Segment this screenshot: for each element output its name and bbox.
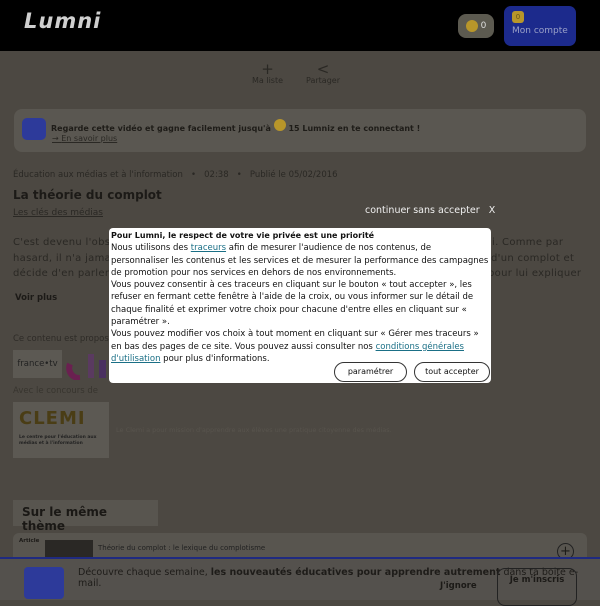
mailbox-icon (24, 567, 64, 599)
share-button[interactable]: < Partager (306, 60, 340, 86)
description-text: décide d'en parler (13, 268, 110, 279)
francetv-logo[interactable]: france•tv (13, 350, 62, 378)
series-link[interactable]: Les clés des médias (13, 208, 103, 218)
coin-icon (273, 119, 286, 131)
continue-without-accepting-button[interactable]: continuer sans accepter X (365, 205, 495, 216)
plus-icon: + (261, 60, 274, 78)
description-text: hasard, il n'a jamai (13, 253, 115, 264)
clemi-logo[interactable]: CLEMI Le centre pour l'éducation aux médi… (13, 402, 109, 458)
settings-button[interactable]: paramétrer (334, 362, 407, 382)
partner-logo[interactable] (66, 350, 106, 380)
accept-all-button[interactable]: tout accepter (414, 362, 490, 382)
consent-dialog: Pour Lumni, le respect de votre vie priv… (109, 228, 491, 383)
see-more-button[interactable]: Voir plus (15, 293, 57, 303)
share-icon: < (316, 60, 330, 78)
card-tag: Article (19, 538, 40, 544)
add-to-list-button[interactable]: + Ma liste (252, 60, 283, 86)
card-title: Théorie du complot : le lexique du compl… (98, 544, 266, 552)
clemi-description: Le Clemi a pour mission d'apprendre aux … (116, 426, 392, 434)
description-text: d'un complot et (491, 253, 575, 264)
same-theme-heading: Sur le même thème (13, 500, 158, 533)
ignore-button[interactable]: J'ignore (440, 581, 477, 591)
consent-paragraph: Vous pouvez consentir à ces traceurs en … (111, 280, 474, 328)
consent-title: Pour Lumni, le respect de votre vie priv… (111, 231, 375, 240)
page-title: La théorie du complot (13, 188, 162, 202)
bell-icon (22, 118, 46, 140)
newsletter-bar: Découvre chaque semaine, les nouveautés … (0, 557, 600, 606)
consent-paragraph: Vous pouvez modifier vos choix à tout mo… (111, 329, 479, 364)
close-icon[interactable]: X (489, 205, 496, 216)
account-button[interactable]: 0 Mon compte (504, 6, 576, 46)
partners-label: Ce contenu est propos (13, 334, 109, 344)
coin-icon: 0 (512, 11, 524, 23)
learn-more-link[interactable]: En savoir plus (61, 134, 117, 143)
consent-paragraph: Nous utilisons des traceurs afin de mesu… (111, 243, 489, 278)
coin-icon (465, 20, 478, 32)
lumniz-counter[interactable]: 0 (458, 14, 494, 38)
header: Lumni 0 0 Mon compte (0, 0, 600, 51)
logo[interactable]: Lumni (24, 9, 101, 33)
concours-label: Avec le concours de (13, 386, 99, 396)
video-meta: Éducation aux médias et à l'information … (13, 170, 338, 180)
lumniz-banner: Regarde cette vidéo et gagne facilement … (14, 109, 586, 152)
trackers-link[interactable]: traceurs (191, 243, 226, 253)
arrow-right-icon: → (52, 134, 62, 143)
description-text: C'est devenu l'obs (13, 237, 111, 248)
subscribe-button[interactable]: Je m'inscris (497, 568, 577, 606)
description-text: pour lui expliquer (488, 268, 582, 279)
description-text: i. Comme par (492, 237, 564, 248)
